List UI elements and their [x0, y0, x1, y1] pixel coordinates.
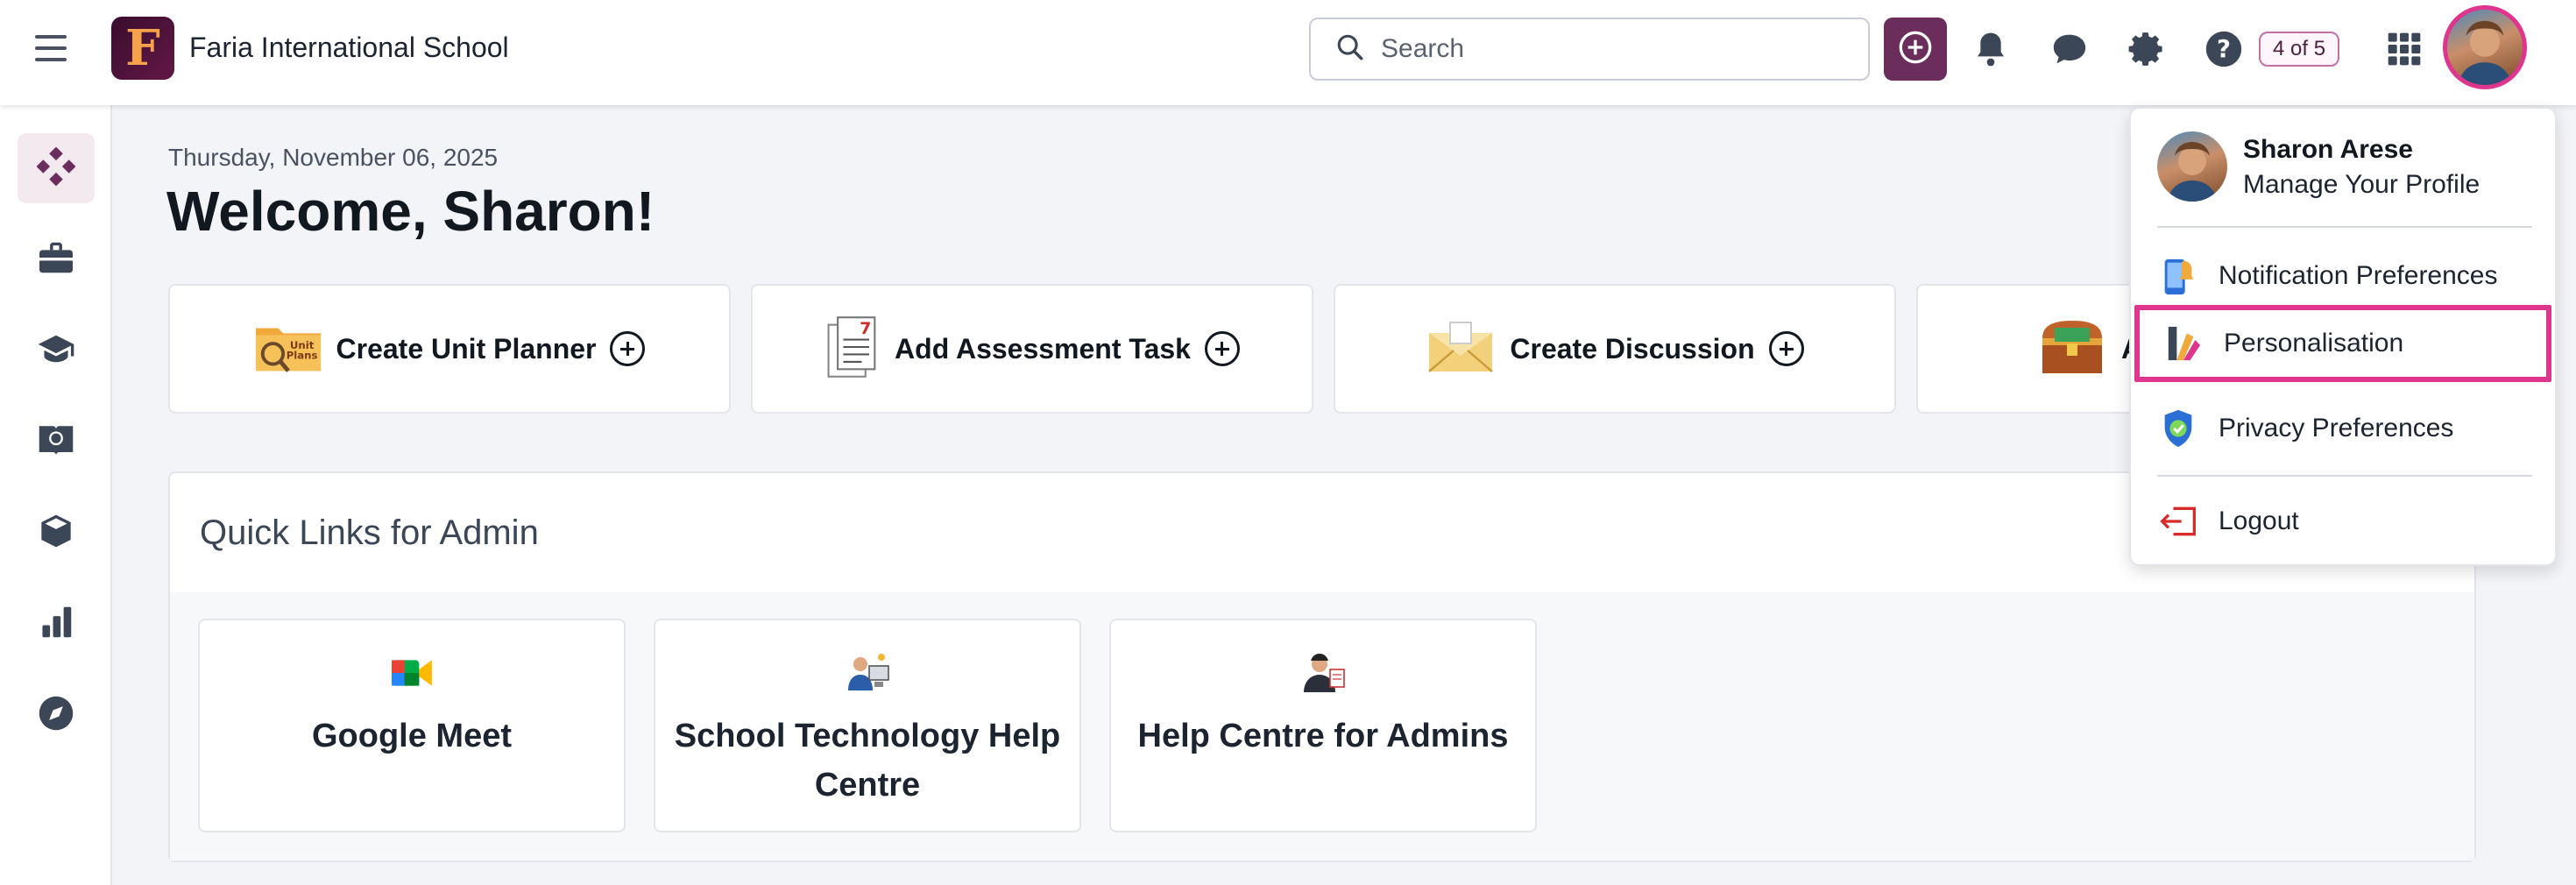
sidebar-item-resources[interactable] — [18, 498, 95, 568]
tech-support-icon — [845, 650, 890, 696]
assessment-document-icon: 7 — [824, 314, 881, 385]
logout-icon — [2159, 502, 2197, 541]
menu-item-personalisation[interactable]: Personalisation — [2134, 305, 2551, 382]
admin-help-icon — [1300, 650, 1346, 696]
quick-link-label: Help Centre for Admins — [1137, 718, 1509, 754]
book-globe-icon — [38, 422, 74, 462]
add-circle-icon — [1768, 331, 1804, 366]
quick-link-help-centre-admins[interactable]: Help Centre for Admins — [1109, 619, 1537, 832]
quick-link-label: School Technology Help Centre — [674, 718, 1061, 804]
action-label: Create Unit Planner — [336, 332, 597, 365]
help-question-icon[interactable]: ? — [2201, 26, 2247, 72]
paint-brush-icon — [2164, 324, 2203, 363]
add-circle-icon — [1204, 331, 1240, 366]
diamond-icon — [36, 146, 76, 190]
cube-icon — [39, 513, 74, 554]
create-unit-planner-card[interactable]: Unit Plans Create Unit Planner — [168, 284, 731, 414]
menu-item-logout[interactable]: Logout — [2134, 489, 2551, 554]
quick-link-label: Google Meet — [311, 718, 513, 754]
create-new-button[interactable] — [1884, 18, 1947, 81]
menu-divider — [2157, 226, 2532, 228]
svg-text:?: ? — [2217, 35, 2231, 63]
svg-text:7: 7 — [860, 319, 871, 338]
menu-item-privacy-preferences[interactable]: Privacy Preferences — [2134, 396, 2551, 461]
treasure-chest-icon — [2037, 316, 2107, 382]
school-name: Faria International School — [189, 32, 509, 63]
plus-circle-icon — [1898, 30, 1933, 69]
envelope-icon — [1426, 319, 1496, 379]
graduation-cap-icon — [37, 333, 75, 369]
search-input[interactable] — [1381, 34, 1836, 64]
sidebar-item-dashboard[interactable] — [18, 133, 95, 203]
briefcase-icon — [38, 241, 74, 279]
quick-link-google-meet[interactable]: Google Meet — [198, 619, 626, 832]
sidebar-item-reports[interactable] — [18, 589, 95, 659]
add-circle-icon — [610, 331, 646, 366]
faria-logo[interactable]: F — [111, 17, 174, 80]
quick-link-school-tech-help[interactable]: School Technology Help Centre — [654, 619, 1081, 832]
phone-notification-icon — [2159, 257, 2197, 295]
top-bar: F Faria International School ? 4 of 5 — [0, 0, 2576, 105]
menu-item-label: Personalisation — [2224, 329, 2404, 358]
profile-avatar — [2157, 131, 2227, 202]
menu-item-label: Privacy Preferences — [2219, 414, 2454, 442]
profile-dropdown-menu: Sharon Arese Manage Your Profile Notific… — [2129, 107, 2557, 566]
quick-links-title: Quick Links for Admin — [200, 513, 539, 552]
search-box[interactable] — [1309, 18, 1870, 81]
compass-icon — [38, 695, 74, 736]
menu-item-label: Logout — [2219, 506, 2299, 535]
svg-text:Plans: Plans — [286, 349, 317, 361]
page-title: Welcome, Sharon! — [166, 180, 655, 243]
shield-check-icon — [2159, 409, 2197, 448]
create-discussion-card[interactable]: Create Discussion — [1334, 284, 1896, 414]
sidebar — [0, 105, 112, 885]
notifications-bell-icon[interactable] — [1968, 26, 2013, 72]
chat-bubble-icon[interactable] — [2047, 26, 2092, 72]
search-icon — [1335, 32, 1365, 67]
sidebar-item-curriculum[interactable] — [18, 407, 95, 477]
menu-item-notification-preferences[interactable]: Notification Preferences — [2134, 244, 2551, 308]
bar-chart-icon — [40, 605, 72, 643]
profile-name: Sharon Arese — [2243, 135, 2413, 164]
sidebar-item-explore[interactable] — [18, 680, 95, 750]
action-label: Create Discussion — [1510, 332, 1755, 365]
sidebar-item-briefcase[interactable] — [18, 224, 95, 294]
settings-gear-icon[interactable] — [2124, 26, 2169, 72]
sidebar-item-academics[interactable] — [18, 315, 95, 386]
menu-item-label: Notification Preferences — [2219, 261, 2498, 290]
help-progress-badge[interactable]: 4 of 5 — [2259, 32, 2340, 67]
add-assessment-task-card[interactable]: 7 Add Assessment Task — [751, 284, 1313, 414]
menu-hamburger-icon[interactable] — [35, 35, 67, 63]
menu-divider — [2157, 475, 2532, 477]
user-avatar-button[interactable] — [2443, 5, 2527, 89]
action-label: Add Assessment Task — [895, 332, 1191, 365]
google-meet-icon — [389, 650, 435, 696]
manage-profile-link[interactable]: Manage Your Profile — [2243, 170, 2480, 200]
current-date: Thursday, November 06, 2025 — [168, 144, 499, 171]
apps-grid-icon[interactable] — [2381, 26, 2427, 72]
unit-plans-folder-icon: Unit Plans — [254, 319, 322, 379]
